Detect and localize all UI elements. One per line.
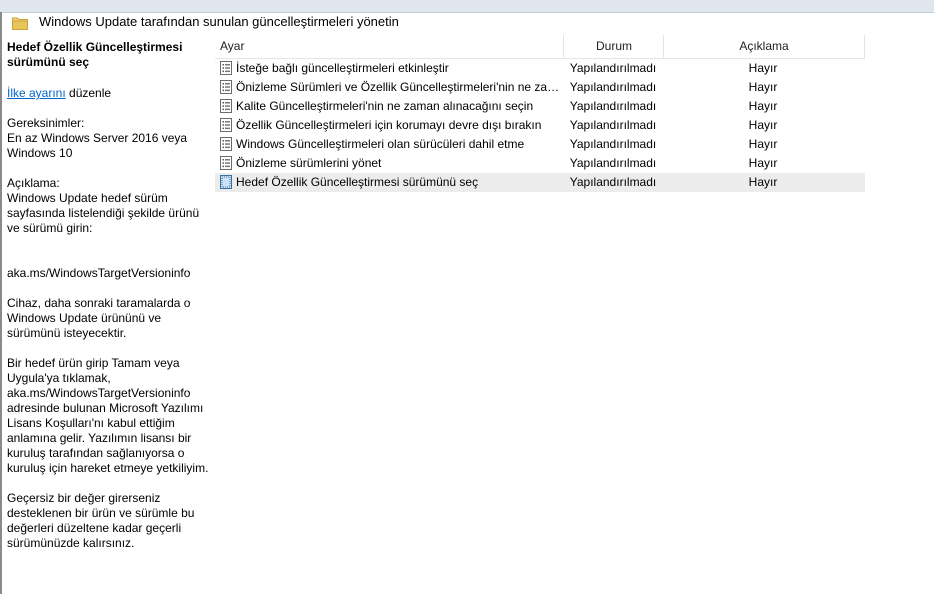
policy-setting-icon (220, 137, 232, 151)
policy-name: Özellik Güncelleştirmeleri için korumayı… (236, 118, 542, 132)
edit-policy-line: İlke ayarını düzenle (7, 86, 212, 101)
policy-row[interactable]: Özellik Güncelleştirmeleri için korumayı… (215, 116, 865, 135)
policy-status: Yapılandırılmadı (569, 137, 657, 151)
column-header-state[interactable]: Durum (563, 35, 664, 58)
settings-rows: İsteğe bağlı güncelleştirmeleri etkinleş… (215, 59, 865, 192)
description-text-4: Geçersiz bir değer girerseniz desteklene… (7, 491, 195, 550)
policy-row[interactable]: İsteğe bağlı güncelleştirmeleri etkinleş… (215, 59, 865, 78)
policy-status: Yapılandırılmadı (569, 99, 657, 113)
category-header: Windows Update tarafından sunulan güncel… (2, 13, 934, 32)
policy-setting-icon (220, 61, 232, 75)
policy-comment: Hayır (748, 99, 778, 113)
policy-setting-icon (220, 99, 232, 113)
policy-comment: Hayır (748, 118, 778, 132)
settings-list: Ayar Durum Açıklama İsteğe bağlı güncell… (215, 35, 865, 192)
policy-status: Yapılandırılmadı (569, 118, 657, 132)
requirements-label: Gereksinimler: (7, 116, 85, 130)
top-strip (0, 0, 934, 13)
requirements-block: Gereksinimler: En az Windows Server 2016… (7, 116, 212, 161)
policy-status: Yapılandırılmadı (569, 175, 657, 189)
description-text-1: Windows Update hedef sürüm sayfasında li… (7, 191, 200, 235)
policy-setting-selected-icon (220, 175, 232, 189)
policy-comment: Hayır (748, 156, 778, 170)
policy-name: Kalite Güncelleştirmeleri'nin ne zaman a… (236, 99, 534, 113)
policy-name: Hedef Özellik Güncelleştirmesi sürümünü … (236, 175, 479, 189)
description-text-2: Cihaz, daha sonraki taramalarda o Window… (7, 296, 191, 340)
policy-comment: Hayır (748, 80, 778, 94)
policy-status: Yapılandırılmadı (569, 80, 657, 94)
policy-row[interactable]: Önizleme sürümlerini yönet Yapılandırılm… (215, 154, 865, 173)
policy-comment: Hayır (748, 137, 778, 151)
category-title: Windows Update tarafından sunulan güncel… (39, 14, 399, 29)
policy-comment: Hayır (748, 175, 778, 189)
edit-policy-link[interactable]: İlke ayarını (7, 86, 66, 100)
policy-title: Hedef Özellik Güncelleştirmesi sürümünü … (7, 40, 183, 69)
edit-policy-suffix: düzenle (65, 86, 112, 100)
column-header-setting[interactable]: Ayar (220, 35, 560, 58)
policy-name: Önizleme Sürümleri ve Özellik Güncelleşt… (236, 80, 564, 94)
column-header-comment[interactable]: Açıklama (663, 35, 865, 58)
policy-name: İsteğe bağlı güncelleştirmeleri etkinleş… (236, 61, 449, 75)
policy-setting-icon (220, 118, 232, 132)
description-pane: Hedef Özellik Güncelleştirmesi sürümünü … (7, 40, 212, 566)
policy-name: Önizleme sürümlerini yönet (236, 156, 382, 170)
list-header: Ayar Durum Açıklama (215, 35, 865, 59)
policy-status: Yapılandırılmadı (569, 61, 657, 75)
description-block: Açıklama: Windows Update hedef sürüm say… (7, 176, 212, 236)
policy-row[interactable]: Önizleme Sürümleri ve Özellik Güncelleşt… (215, 78, 865, 97)
policy-setting-icon (220, 156, 232, 170)
policy-setting-icon (220, 80, 232, 94)
policy-status: Yapılandırılmadı (569, 156, 657, 170)
policy-name: Windows Güncelleştirmeleri olan sürücüle… (236, 137, 525, 151)
folder-icon (12, 17, 28, 30)
pane-border (0, 12, 2, 594)
requirements-text: En az Windows Server 2016 veya Windows 1… (7, 131, 188, 160)
description-url: aka.ms/WindowsTargetVersioninfo (7, 266, 191, 280)
policy-comment: Hayır (748, 61, 778, 75)
policy-row[interactable]: Windows Güncelleştirmeleri olan sürücüle… (215, 135, 865, 154)
policy-row-selected[interactable]: Hedef Özellik Güncelleştirmesi sürümünü … (215, 173, 865, 192)
policy-row[interactable]: Kalite Güncelleştirmeleri'nin ne zaman a… (215, 97, 865, 116)
description-label: Açıklama: (7, 176, 60, 190)
description-text-3: Bir hedef ürün girip Tamam veya Uygula'y… (7, 356, 209, 475)
